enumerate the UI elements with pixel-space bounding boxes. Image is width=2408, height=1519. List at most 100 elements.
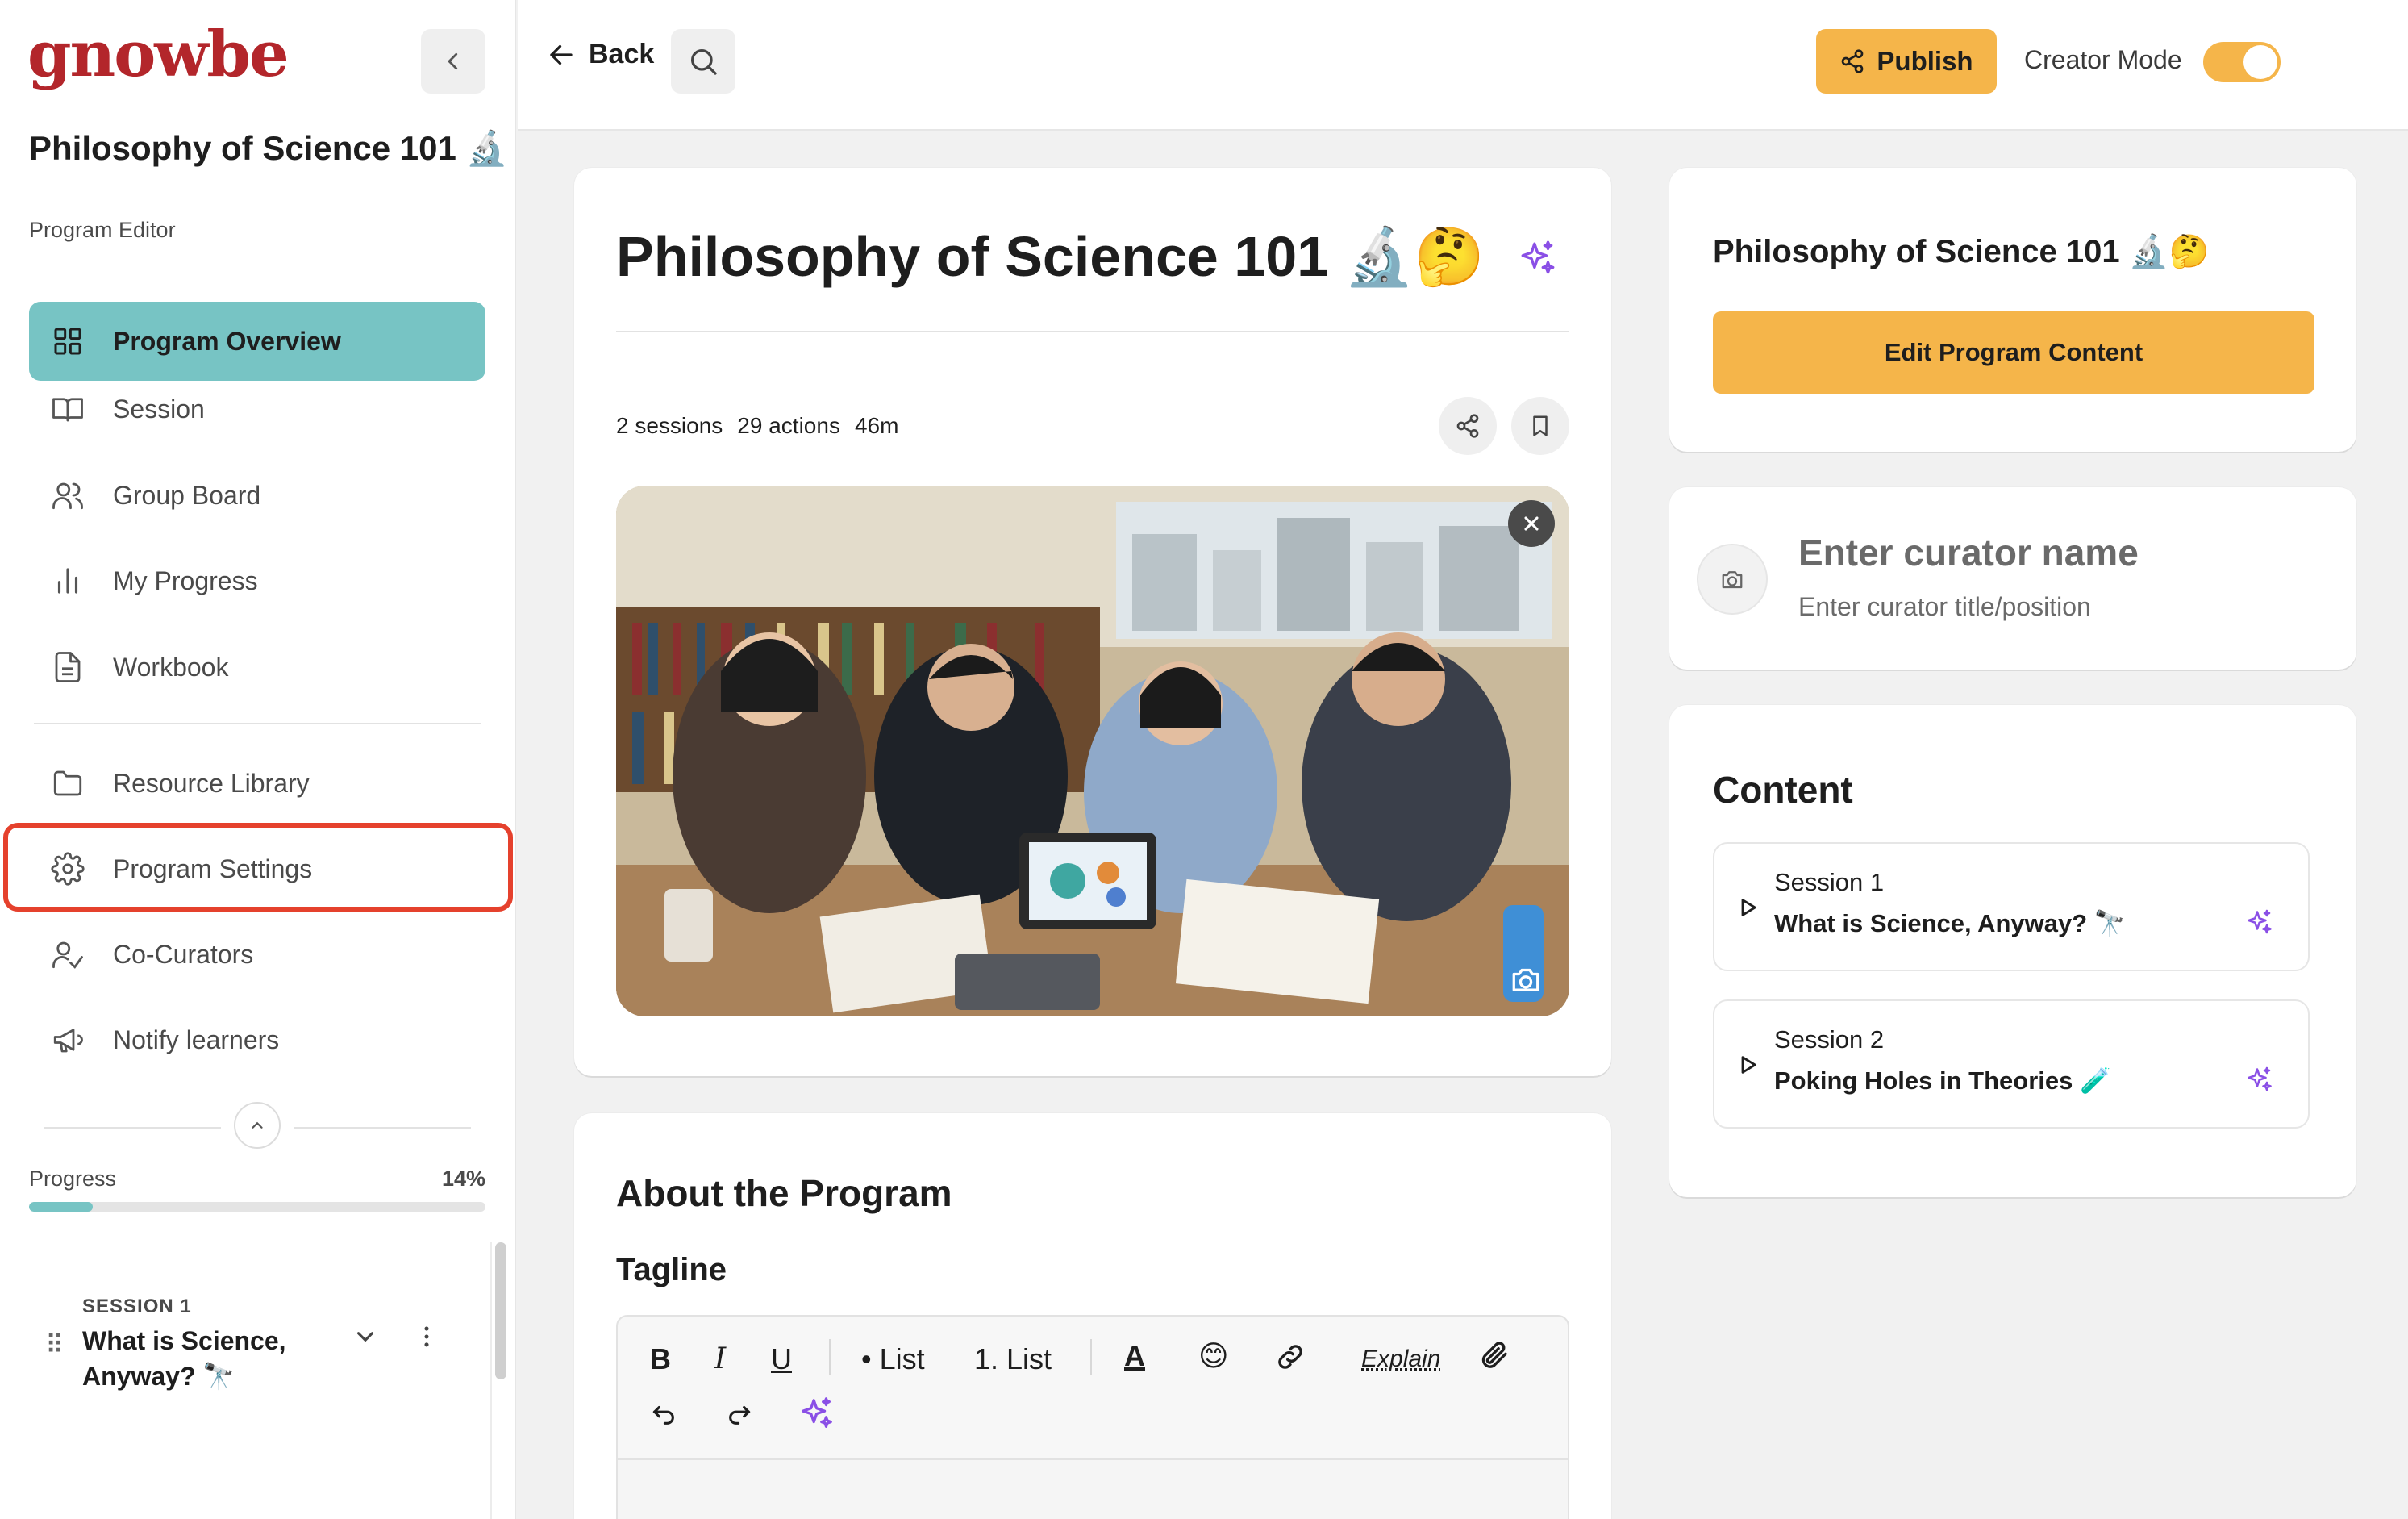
top-bar: Back Publish Creator Mode	[518, 0, 2408, 131]
bold-button[interactable]: B	[650, 1342, 671, 1376]
toggle-knob	[2243, 45, 2277, 79]
progress-percent: 14%	[442, 1166, 486, 1191]
text-color-button[interactable]: A	[1124, 1339, 1145, 1373]
sidebar-item-my-progress[interactable]: My Progress	[29, 541, 485, 620]
explain-button[interactable]: Explain	[1361, 1346, 1440, 1373]
share-nodes-icon	[1842, 49, 1864, 73]
curator-name-input[interactable]: Enter curator name	[1798, 531, 2139, 574]
toolbar-separator	[829, 1339, 831, 1375]
sidebar-item-notify-learners[interactable]: Notify learners	[29, 1000, 485, 1079]
program-overview-card: Philosophy of Science 101 🔬🤔 2 sessions …	[574, 168, 1611, 1076]
bookmark-button[interactable]	[1511, 397, 1569, 455]
session-label: Session 2	[1774, 1025, 1885, 1054]
session-title: Poking Holes in Theories 🧪	[1774, 1066, 2111, 1095]
content-heading: Content	[1713, 769, 1853, 811]
bookmark-icon	[1533, 415, 1548, 436]
sidebar-item-co-curators[interactable]: Co-Curators	[29, 915, 485, 994]
users-icon	[50, 478, 85, 513]
progress-bar	[29, 1202, 485, 1212]
arrow-left-icon	[550, 44, 573, 65]
share-button[interactable]	[1439, 397, 1497, 455]
sidebar-item-label: Session	[113, 394, 205, 424]
sidebar-item-label: Group Board	[113, 480, 261, 510]
curator-title-input[interactable]: Enter curator title/position	[1798, 592, 2091, 622]
collapse-sidebar-button[interactable]	[421, 29, 485, 94]
book-open-icon	[50, 391, 85, 427]
attachment-icon[interactable]	[1477, 1339, 1510, 1379]
back-button[interactable]: Back	[547, 39, 654, 70]
redo-icon[interactable]	[726, 1400, 753, 1435]
session-title: What is Science, Anyway? 🔭	[1774, 909, 2126, 937]
about-title: About the Program	[616, 1172, 952, 1214]
sessions-count: 2 sessions	[616, 413, 723, 438]
creator-mode-toggle[interactable]	[2203, 42, 2281, 82]
play-icon[interactable]	[1737, 895, 1760, 924]
camera-icon	[1512, 968, 1539, 991]
sidebar-item-resource-library[interactable]: Resource Library	[29, 744, 485, 823]
sidebar-item-workbook[interactable]: Workbook	[29, 628, 485, 707]
ai-sparkle-icon[interactable]	[798, 1396, 835, 1440]
sidebar-program-title: Philosophy of Science 101 🔬	[29, 129, 508, 167]
editor-toolbar: B I U • List 1. List A 😊 Explain	[618, 1317, 1568, 1460]
underline-button[interactable]: U	[771, 1342, 792, 1376]
edit-program-content-button[interactable]: Edit Program Content	[1713, 311, 2314, 394]
drag-handle-icon[interactable]: ⠿	[45, 1329, 64, 1360]
content-session-item[interactable]: Session 2 Poking Holes in Theories 🧪	[1713, 999, 2310, 1129]
tagline-editor[interactable]: B I U • List 1. List A 😊 Explain	[616, 1315, 1569, 1519]
back-label: Back	[589, 39, 655, 69]
sidebar-item-label: My Progress	[113, 565, 258, 595]
divider	[294, 1127, 471, 1129]
sidebar: gnowbe Philosophy of Science 101 🔬 Progr…	[0, 0, 516, 1519]
program-title[interactable]: Philosophy of Science 101 🔬🤔	[616, 224, 1485, 290]
bullet-list-button[interactable]: • List	[861, 1342, 925, 1376]
about-program-card: About the Program Tagline B I U • List 1…	[574, 1113, 1611, 1519]
share-icon	[1456, 414, 1479, 438]
content-session-item[interactable]: Session 1 What is Science, Anyway? 🔭	[1713, 842, 2310, 971]
sidebar-item-session[interactable]: Session	[29, 369, 485, 449]
search-button[interactable]	[671, 29, 735, 94]
sidebar-item-group-board[interactable]: Group Board	[29, 456, 485, 535]
content-card: Content Session 1 What is Science, Anywa…	[1669, 705, 2356, 1197]
emoji-button[interactable]: 😊	[1198, 1339, 1229, 1373]
play-icon[interactable]	[1737, 1053, 1760, 1081]
bar-chart-icon	[50, 563, 85, 599]
summary-program-title: Philosophy of Science 101 🔬🤔	[1713, 234, 2210, 269]
sidebar-item-label: Program Overview	[113, 326, 341, 356]
link-icon[interactable]	[1274, 1341, 1306, 1380]
program-cover-image[interactable]	[616, 486, 1569, 1016]
session-kicker: SESSION 1	[82, 1296, 192, 1317]
library-scene-illustration	[616, 486, 1569, 1016]
scrollbar-thumb[interactable]	[495, 1242, 506, 1379]
chevron-up-icon	[252, 1121, 263, 1129]
undo-icon[interactable]	[650, 1400, 677, 1435]
publish-button[interactable]: Publish	[1816, 29, 1997, 94]
curator-card: Enter curator name Enter curator title/p…	[1669, 487, 2356, 670]
sidebar-item-label: Notify learners	[113, 1024, 280, 1054]
sidebar-divider	[34, 723, 481, 724]
curator-avatar-upload[interactable]	[1697, 544, 1768, 615]
more-options-icon[interactable]	[413, 1323, 440, 1354]
publish-label: Publish	[1877, 46, 1973, 76]
ai-sparkle-icon[interactable]	[2245, 1066, 2274, 1099]
remove-image-button[interactable]	[1508, 500, 1555, 547]
user-plus-icon	[50, 937, 85, 972]
program-meta: 2 sessions 29 actions 46m	[616, 413, 898, 439]
sidebar-item-label: Resource Library	[113, 768, 310, 798]
tagline-label: Tagline	[616, 1252, 727, 1287]
gnowbe-logo[interactable]: gnowbe	[27, 18, 290, 91]
sidebar-item-label: Co-Curators	[113, 939, 254, 969]
session-label: Session 1	[1774, 868, 1885, 896]
document-icon	[50, 649, 85, 685]
change-image-button[interactable]	[1503, 960, 1548, 999]
chevron-down-icon[interactable]	[352, 1323, 379, 1354]
divider	[44, 1127, 221, 1129]
collapse-progress-button[interactable]	[234, 1102, 281, 1149]
italic-button[interactable]: I	[714, 1342, 726, 1375]
session-title: What is Science, Anyway? 🔭	[82, 1326, 286, 1391]
ai-sparkle-icon[interactable]	[2245, 908, 2274, 941]
numbered-list-button[interactable]: 1. List	[974, 1342, 1052, 1376]
ai-sparkle-icon[interactable]	[1518, 239, 1558, 283]
highlight-outline	[3, 823, 513, 912]
sidebar-item-label: Workbook	[113, 652, 229, 682]
close-icon	[1524, 516, 1539, 531]
